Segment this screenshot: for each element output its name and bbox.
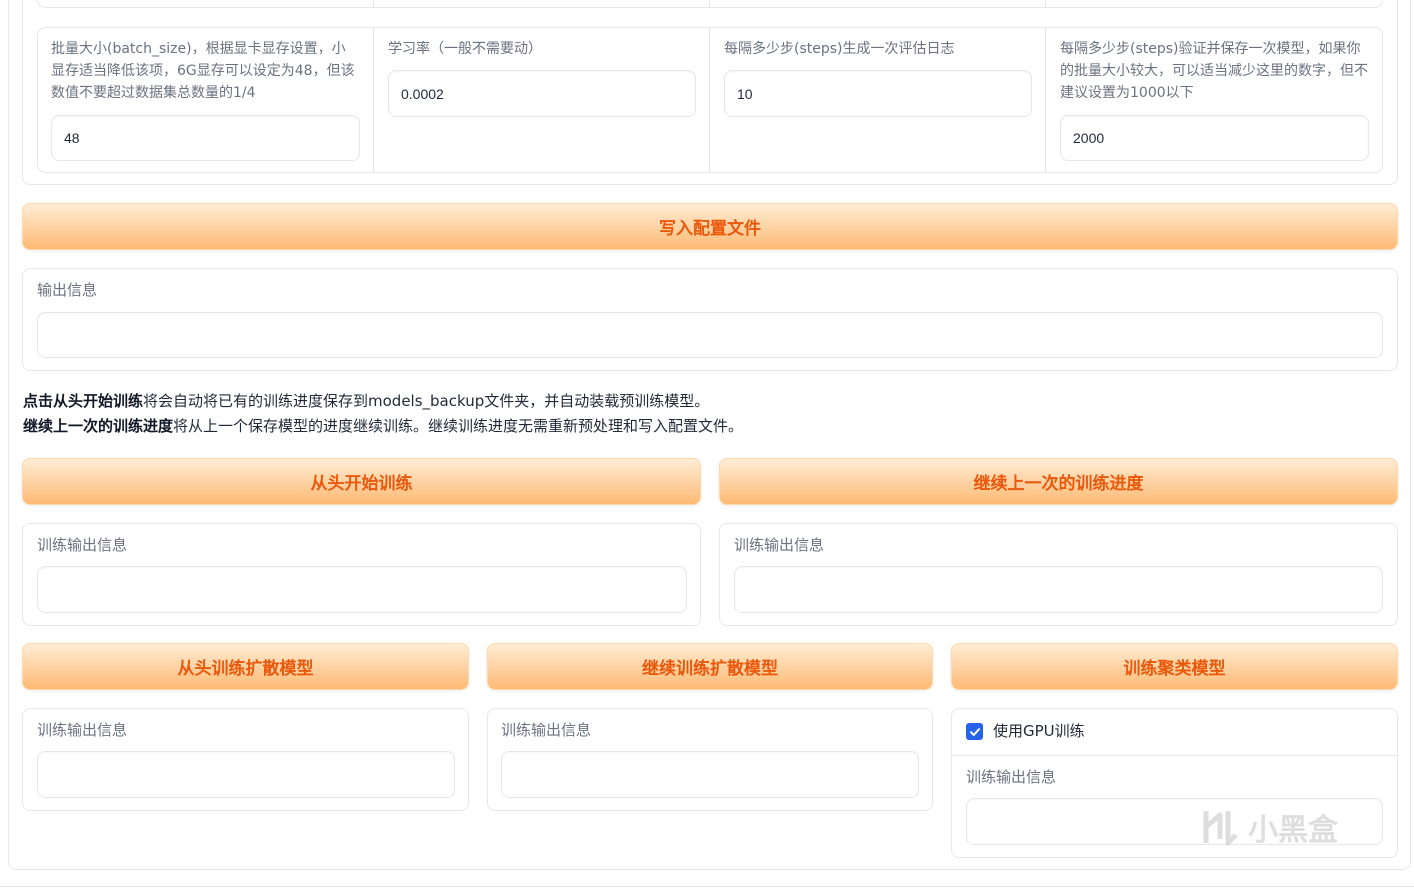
- diffusion-output-label-2: 训练输出信息: [501, 721, 592, 739]
- train-diffusion-from-scratch-button[interactable]: 从头训练扩散模型: [22, 643, 469, 690]
- log-interval-input[interactable]: 10: [724, 70, 1032, 117]
- instruction-line-1: 点击从头开始训练将会自动将已有的训练进度保存到models_backup文件夹，…: [23, 390, 709, 412]
- use-gpu-checkbox[interactable]: [966, 723, 983, 740]
- output-info-label: 输出信息: [37, 281, 98, 299]
- output-info-textbox[interactable]: [37, 312, 1383, 358]
- diffusion-output-textbox-2[interactable]: [501, 751, 919, 798]
- save-interval-label: 每隔多少步(steps)验证并保存一次模型，如果你的批量大小较大，可以适当减少这…: [1060, 41, 1368, 101]
- learning-rate-label: 学习率（一般不需要动）: [388, 41, 542, 57]
- instruction-line-2: 继续上一次的训练进度将从上一个保存模型的进度继续训练。继续训练进度无需重新预处理…: [23, 415, 743, 437]
- batch-size-label: 批量大小(batch_size)，根据显卡显存设置，小显存适当降低该项，6G显存…: [51, 41, 355, 101]
- watermark-logo-icon: [1203, 811, 1238, 846]
- train-output-label-right: 训练输出信息: [734, 536, 825, 554]
- diffusion-output-textbox-1[interactable]: [37, 751, 455, 798]
- watermark-text: 小黑盒: [1248, 813, 1338, 848]
- learning-rate-input[interactable]: 0.0002: [388, 70, 696, 117]
- instruction-line-2-text: 将从上一个保存模型的进度继续训练。继续训练进度无需重新预处理和写入配置文件。: [173, 417, 744, 435]
- column-divider: [373, 28, 374, 172]
- write-config-button[interactable]: 写入配置文件: [22, 203, 1398, 250]
- continue-diffusion-training-button[interactable]: 继续训练扩散模型: [487, 643, 933, 690]
- continue-training-button[interactable]: 继续上一次的训练进度: [719, 458, 1398, 505]
- instruction-line-2-bold: 继续上一次的训练进度: [23, 417, 174, 435]
- instruction-line-1-bold: 点击从头开始训练: [23, 392, 144, 410]
- train-output-label-left: 训练输出信息: [37, 536, 128, 554]
- check-icon: [969, 727, 980, 736]
- bottom-divider: [0, 886, 1414, 887]
- cluster-output-label: 训练输出信息: [966, 768, 1057, 786]
- column-divider: [709, 28, 710, 172]
- save-interval-input[interactable]: 2000: [1060, 115, 1369, 161]
- column-divider: [1045, 28, 1046, 172]
- diffusion-output-label-1: 训练输出信息: [37, 721, 128, 739]
- log-interval-label: 每隔多少步(steps)生成一次评估日志: [724, 41, 955, 57]
- instruction-line-1-text: 将会自动将已有的训练进度保存到models_backup文件夹，并自动装载预训练…: [143, 392, 710, 410]
- train-output-textbox-left[interactable]: [37, 566, 687, 613]
- watermark: 小黑盒: [1198, 805, 1338, 849]
- gpu-divider: [952, 755, 1397, 756]
- train-output-textbox-right[interactable]: [734, 566, 1383, 613]
- train-cluster-model-button[interactable]: 训练聚类模型: [951, 643, 1398, 690]
- batch-size-input[interactable]: 48: [51, 115, 360, 161]
- train-from-scratch-button[interactable]: 从头开始训练: [22, 458, 701, 505]
- use-gpu-label[interactable]: 使用GPU训练: [993, 720, 1085, 742]
